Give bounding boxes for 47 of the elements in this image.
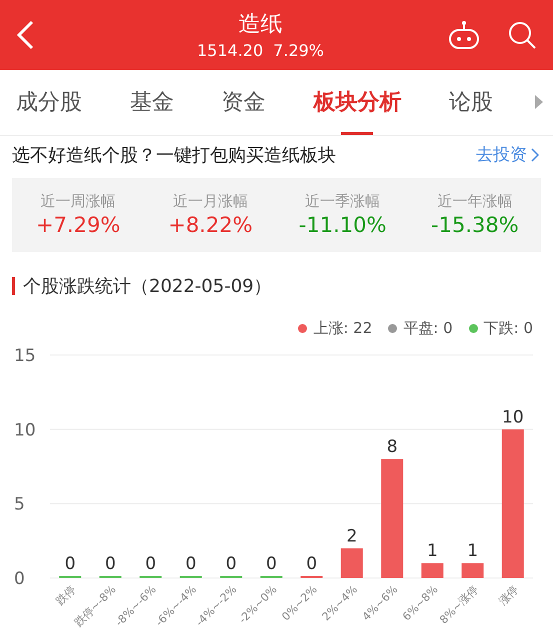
promo-text: 选不好造纸个股？一键打包购买造纸板块 xyxy=(12,144,336,167)
index-change: 7.29% xyxy=(273,41,324,60)
caret-icon[interactable] xyxy=(534,95,543,110)
index-price: 1514.20 xyxy=(197,41,264,60)
axis-tick-label: 15 xyxy=(14,346,36,366)
legend-label: 下跌: 0 xyxy=(484,318,533,338)
stat-label: 近一年涨幅 xyxy=(437,192,512,212)
bar-value: 0 xyxy=(266,554,277,574)
back-icon[interactable] xyxy=(16,20,34,50)
category-label: 跌停 xyxy=(54,582,78,608)
bar-value: 8 xyxy=(386,437,398,458)
page-title: 造纸 xyxy=(238,11,282,40)
category-label: 涨停 xyxy=(496,582,521,608)
tab[interactable]: 基金 xyxy=(124,69,180,136)
stat-label: 近一月涨幅 xyxy=(172,192,248,212)
bar xyxy=(340,548,363,578)
bar-value: 0 xyxy=(64,554,76,574)
bar-value: 0 xyxy=(185,554,196,574)
bar xyxy=(462,563,484,578)
chevron-icon xyxy=(531,148,539,162)
search-icon[interactable] xyxy=(507,20,537,50)
stat-value: -11.10% xyxy=(298,213,386,238)
bar-value: 0 xyxy=(306,554,318,574)
stat-value: +8.22% xyxy=(168,213,253,238)
bar-value: 1 xyxy=(426,541,438,562)
bar-value: 10 xyxy=(502,407,524,428)
bar-value: 2 xyxy=(346,526,358,546)
stat-value: -15.38% xyxy=(431,213,519,238)
stat-label: 近一周涨幅 xyxy=(40,192,116,212)
bar-value: 0 xyxy=(104,554,116,574)
bar xyxy=(421,563,444,578)
bar-value: 1 xyxy=(467,541,478,562)
bar-value: 0 xyxy=(226,554,237,574)
tab[interactable]: 论股 xyxy=(443,69,500,136)
tab[interactable]: 资金 xyxy=(216,69,272,136)
legend-label: 平盘: 0 xyxy=(403,318,453,338)
bar-value: 0 xyxy=(145,554,156,574)
axis-tick-label: 5 xyxy=(14,494,25,515)
axis-tick-label: 10 xyxy=(14,420,36,440)
axis-tick-label: 0 xyxy=(14,569,25,589)
stat-value: +7.29% xyxy=(36,213,120,238)
legend-label: 上涨: 22 xyxy=(313,318,372,338)
tab[interactable]: 板块分析 xyxy=(307,69,408,136)
section-title: 个股涨跌统计（2022-05-09） xyxy=(23,275,272,298)
stat-label: 近一季涨幅 xyxy=(305,192,380,212)
tab[interactable]: 成分股 xyxy=(10,69,88,136)
robot-icon[interactable] xyxy=(447,20,481,50)
